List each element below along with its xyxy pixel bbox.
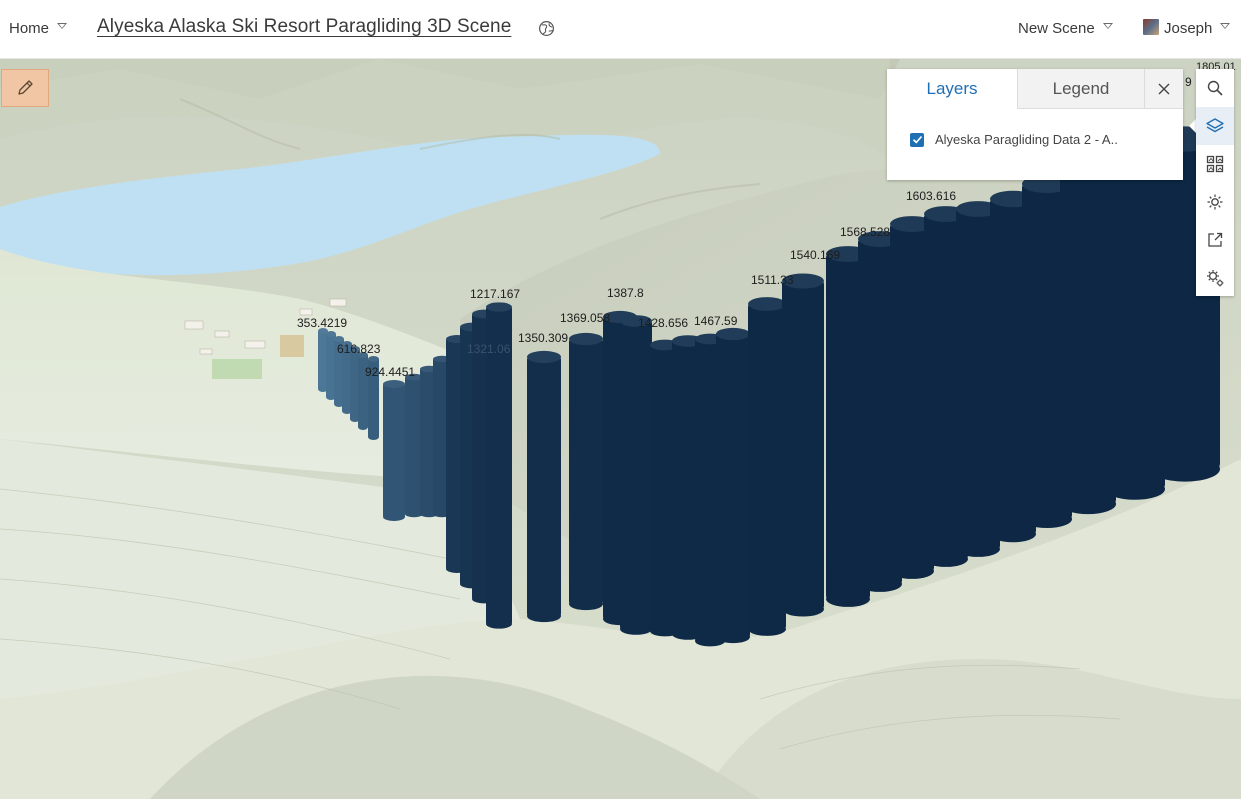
elevation-column-top: [368, 356, 379, 362]
elevation-column-base: [956, 541, 1000, 557]
layer-item[interactable]: Alyeska Paragliding Data 2 - A..: [910, 132, 1118, 147]
elevation-label: 1369.058: [560, 311, 611, 325]
elevation-column-base: [1105, 478, 1165, 500]
globe-icon[interactable]: [538, 20, 555, 37]
checkmark-icon: [912, 135, 922, 144]
elevation-column-base: [486, 619, 512, 629]
new-scene-label: New Scene: [1018, 20, 1095, 37]
close-panel-button[interactable]: [1145, 69, 1183, 109]
scene-title[interactable]: Alyeska Alaska Ski Resort Paragliding 3D…: [97, 16, 511, 38]
elevation-column: [716, 334, 750, 637]
elevation-label: 616.823: [337, 342, 381, 356]
elevation-column-top: [748, 297, 786, 311]
home-menu[interactable]: Home: [9, 20, 68, 37]
elevation-column-base: [1150, 456, 1220, 482]
close-icon: [1158, 83, 1170, 94]
home-menu-label: Home: [9, 20, 50, 37]
panel-pointer: [1189, 119, 1196, 133]
edit-button[interactable]: [1, 69, 49, 107]
layers-tool-button[interactable]: [1196, 107, 1234, 145]
layer-name: Alyeska Paragliding Data 2 - A..: [935, 132, 1118, 147]
elevation-column-base: [890, 563, 934, 579]
right-toolbar: [1196, 69, 1234, 296]
search-tool-button[interactable]: [1196, 69, 1234, 107]
elevation-label: 1321.06: [467, 342, 511, 356]
elevation-column-base: [368, 434, 379, 440]
pencil-icon: [18, 80, 33, 95]
elevation-column-base: [358, 424, 368, 430]
elevation-column: [748, 304, 786, 629]
layer-visibility-checkbox[interactable]: [910, 132, 924, 147]
chevron-down-icon: [1102, 22, 1113, 29]
elevation-column: [620, 321, 652, 629]
layer-list-panel: Layers Legend Alyeska Paragliding Data 2…: [887, 69, 1183, 180]
elevation-column-top: [326, 331, 336, 337]
daylight-icon: [1207, 194, 1223, 210]
elevation-label: 1467.59: [694, 314, 738, 328]
elevation-column-base: [527, 609, 561, 623]
elevation-column-top: [716, 327, 750, 341]
user-menu[interactable]: Joseph: [1143, 18, 1231, 37]
layers-icon: [1206, 118, 1224, 133]
elevation-column-base: [716, 630, 750, 644]
elevation-label: 1217.167: [470, 287, 521, 301]
app-header: Home Alyeska Alaska Ski Resort Paraglidi…: [0, 0, 1241, 59]
scene-view[interactable]: 353.4219 616.823 924.4451 1217.167 1321.…: [0, 59, 1241, 799]
elevation-label: 1511.33: [751, 273, 794, 287]
elevation-label: 9: [1185, 75, 1192, 89]
elevation-label: 1428.656: [638, 316, 689, 330]
elevation-column: [569, 339, 603, 604]
elevation-label: 1387.8: [607, 286, 644, 300]
settings-icon: [1207, 270, 1224, 287]
elevation-column: [527, 357, 561, 616]
elevation-column-base: [782, 601, 824, 617]
elevation-label: 353.4219: [297, 316, 348, 330]
share-tool-button[interactable]: [1196, 221, 1234, 259]
elevation-column: [383, 384, 405, 517]
elevation-column-base: [569, 597, 603, 611]
elevation-column-top: [569, 332, 603, 346]
basemap-gallery-button[interactable]: [1196, 145, 1234, 183]
new-scene-menu[interactable]: New Scene: [1018, 20, 1113, 37]
elevation-column-base: [990, 525, 1036, 543]
tab-legend[interactable]: Legend: [1017, 69, 1145, 109]
elevation-label: 1568.528: [840, 225, 891, 239]
chevron-down-icon: [1220, 22, 1231, 29]
elevation-column-base: [620, 623, 652, 635]
elevation-column-base: [383, 513, 405, 521]
elevation-column-base: [1060, 493, 1116, 515]
chevron-down-icon: [57, 22, 68, 29]
elevation-column-base: [858, 576, 902, 592]
elevation-column-top: [486, 302, 512, 312]
elevation-column-base: [1022, 510, 1072, 528]
elevation-label: 1603.616: [906, 189, 957, 203]
daylight-tool-button[interactable]: [1196, 183, 1234, 221]
settings-tool-button[interactable]: [1196, 259, 1234, 297]
elevation-column-base: [826, 591, 870, 607]
user-name: Joseph: [1164, 20, 1213, 37]
elevation-label: 1540.169: [790, 248, 841, 262]
search-icon: [1207, 80, 1223, 96]
elevation-column: [782, 281, 824, 609]
elevation-column-top: [527, 350, 561, 364]
elevation-label: 1350.309: [518, 331, 569, 345]
elevation-column-base: [748, 622, 786, 636]
avatar: [1143, 18, 1159, 35]
basemap-gallery-icon: [1206, 155, 1224, 173]
elevation-column-top: [383, 380, 405, 388]
elevation-label: 924.4451: [365, 365, 416, 379]
tab-layers[interactable]: Layers: [887, 69, 1017, 109]
share-icon: [1208, 232, 1223, 247]
